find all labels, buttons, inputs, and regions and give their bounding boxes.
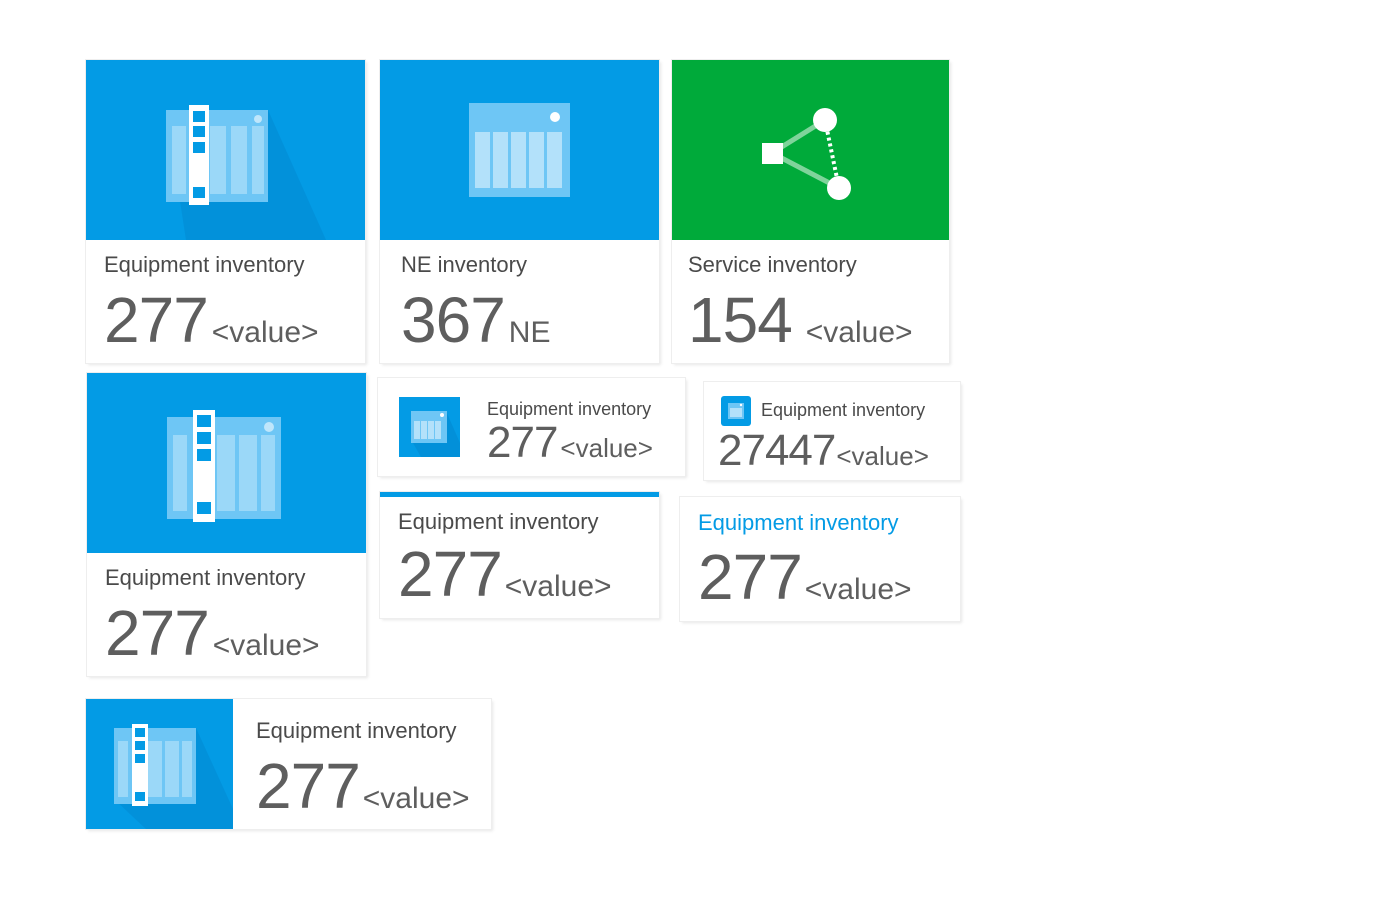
ne-chassis-icon [399, 397, 460, 457]
card-title: Equipment inventory [105, 565, 306, 590]
card-value: 154 [688, 284, 793, 356]
service-topology-icon [762, 108, 851, 200]
card-unit: <value> [805, 316, 913, 349]
card-title: Equipment inventory [256, 718, 457, 743]
card-metric: 277 <value> [398, 542, 612, 606]
card-metric: 154 <value> [688, 288, 913, 352]
card-banner [86, 60, 365, 240]
equipment-rack-icon [114, 724, 233, 829]
card-unit: <value> [504, 570, 612, 603]
ne-chassis-icon [721, 396, 751, 426]
card-unit: <value> [560, 433, 653, 463]
card-value: 277 [698, 541, 803, 613]
card-value: 367 [401, 284, 506, 356]
card-unit: <value> [804, 573, 912, 606]
equipment-inventory-accent-card[interactable]: Equipment inventory 277 <value> [380, 492, 659, 618]
card-unit: <value> [836, 441, 929, 471]
card-unit: <value> [362, 782, 470, 815]
card-value: 277 [104, 284, 209, 356]
equipment-inventory-horizontal-card[interactable]: Equipment inventory 277 <value> [86, 699, 491, 829]
card-title: Equipment inventory [698, 510, 899, 535]
equipment-inventory-accent-title-card[interactable]: Equipment inventory 277 <value> [680, 497, 960, 621]
equipment-rack-icon [167, 410, 281, 522]
equipment-rack-icon [166, 105, 326, 240]
card-metric: 277 <value> [487, 421, 653, 465]
card-metric: 367 NE [401, 288, 550, 352]
equipment-inventory-card[interactable]: Equipment inventory 277 <value> [86, 60, 365, 363]
card-title: Service inventory [688, 252, 857, 277]
card-banner [86, 699, 233, 829]
card-metric: 27447<value> [718, 429, 929, 473]
equipment-inventory-card[interactable]: Equipment inventory 277 <value> [87, 373, 366, 676]
ne-chassis-icon [469, 103, 570, 197]
card-title: Equipment inventory [487, 399, 652, 419]
card-banner [87, 373, 366, 553]
card-metric: 277 <value> [256, 754, 470, 818]
card-unit: NE [508, 316, 551, 349]
service-inventory-card[interactable]: Service inventory 154 <value> [672, 60, 949, 363]
card-title: Equipment inventory [761, 400, 926, 420]
card-value: 277 [105, 597, 210, 669]
accent-bar [380, 492, 659, 497]
card-title: Equipment inventory [398, 509, 599, 534]
equipment-inventory-compact-card[interactable]: Equipment inventory 27447<value> [704, 382, 960, 480]
card-banner [380, 60, 659, 240]
card-metric: 277 <value> [698, 545, 912, 609]
card-title: Equipment inventory [104, 252, 305, 277]
ne-inventory-card[interactable]: NE inventory 367 NE [380, 60, 659, 363]
card-metric: 277 <value> [104, 288, 319, 352]
card-title: NE inventory [401, 252, 527, 277]
card-value: 277 [487, 418, 558, 467]
card-value: 277 [398, 538, 503, 610]
card-unit: <value> [211, 316, 319, 349]
card-banner [672, 60, 949, 240]
equipment-inventory-compact-card[interactable]: Equipment inventory 277 <value> [378, 378, 685, 476]
card-unit: <value> [212, 629, 320, 662]
card-metric: 277 <value> [105, 601, 320, 665]
card-value: 277 [256, 750, 361, 822]
card-value: 27447 [718, 426, 836, 475]
